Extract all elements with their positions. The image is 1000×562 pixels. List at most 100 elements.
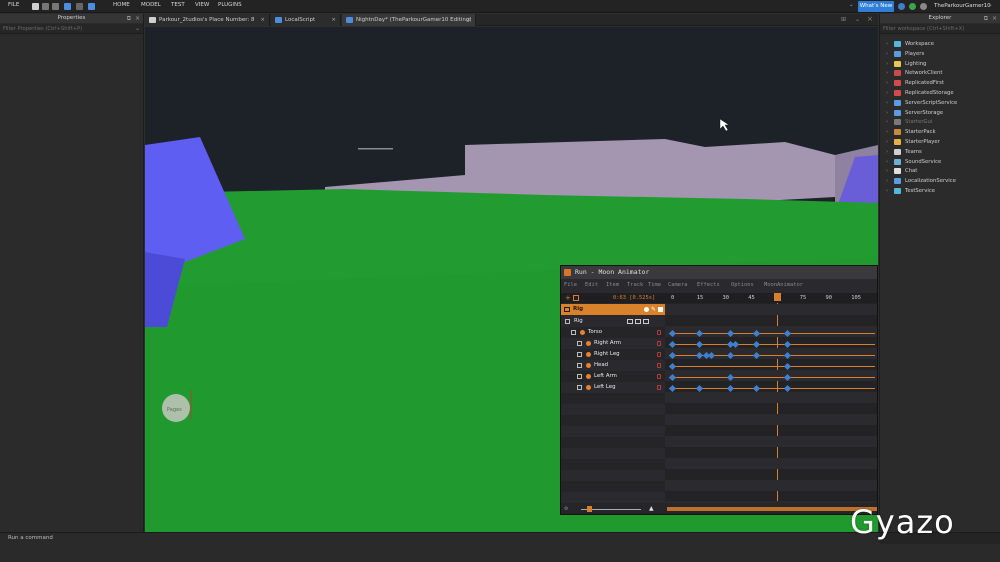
rig-toggle-2-icon[interactable] xyxy=(635,319,641,324)
moon-menu-camera[interactable]: Camera xyxy=(668,280,687,290)
timeline-area[interactable]: 0153045607590105 xyxy=(665,293,877,501)
expand-chevron-icon[interactable]: › xyxy=(886,157,888,167)
collapse-toggle-icon[interactable] xyxy=(577,385,582,390)
notifications-icon[interactable] xyxy=(909,3,916,10)
explorer-item[interactable]: › Lighting xyxy=(880,59,1000,69)
collapse-toggle-icon[interactable] xyxy=(565,319,570,324)
tab-nightnday[interactable]: NightnDay* (TheParkourGamer10 Editing) × xyxy=(342,14,476,26)
moon-menu-track[interactable]: Track xyxy=(627,280,643,290)
moon-menu-moonanimator[interactable]: MoonAnimator xyxy=(764,280,803,290)
lock-icon[interactable] xyxy=(657,330,661,335)
keyframe[interactable] xyxy=(783,384,791,392)
track-row[interactable]: Torso xyxy=(561,327,665,338)
track-row[interactable]: Right Leg xyxy=(561,349,665,360)
tab-overflow-icon[interactable]: ⊞ xyxy=(841,16,846,23)
keyframe[interactable] xyxy=(696,340,704,348)
whats-new-button[interactable]: What's New xyxy=(858,1,894,12)
lock-icon[interactable] xyxy=(657,341,661,346)
expand-chevron-icon[interactable]: › xyxy=(886,68,888,78)
account-chevron-icon[interactable]: ⌄ xyxy=(988,2,993,8)
material-icon[interactable] xyxy=(76,3,83,10)
zoom-handle[interactable] xyxy=(587,506,592,512)
lock-icon[interactable] xyxy=(657,374,661,379)
expand-chevron-icon[interactable]: › xyxy=(886,39,888,49)
expand-chevron-icon[interactable]: › xyxy=(886,78,888,88)
tab-dropdown-icon[interactable]: ⌄ xyxy=(855,16,860,23)
expand-chevron-icon[interactable]: › xyxy=(886,127,888,137)
explorer-item[interactable]: › StarterPack xyxy=(880,127,1000,137)
track-row[interactable]: Left Arm xyxy=(561,371,665,382)
moon-menu-edit[interactable]: Edit xyxy=(585,280,598,290)
new-file-icon[interactable] xyxy=(32,3,39,10)
menu-plugins[interactable]: PLUGINS xyxy=(218,2,242,8)
share-icon[interactable] xyxy=(920,3,927,10)
explorer-item[interactable]: › Teams xyxy=(880,147,1000,157)
properties-filter-input[interactable]: Filter Properties (Ctrl+Shift+P) xyxy=(0,24,143,34)
explorer-filter-input[interactable]: Filter workspace (Ctrl+Shift+X) xyxy=(880,24,1000,34)
expand-chevron-icon[interactable]: › xyxy=(886,166,888,176)
keyframe[interactable] xyxy=(696,384,704,392)
expand-chevron-icon[interactable]: › xyxy=(886,59,888,69)
rig-header[interactable]: Rig ✎ xyxy=(561,304,665,315)
loop-icon[interactable] xyxy=(573,295,579,301)
moon-animator-titlebar[interactable]: Run - Moon Animator xyxy=(561,266,877,279)
rig-toggle-1-icon[interactable] xyxy=(627,319,633,324)
moon-menu-item[interactable]: Item xyxy=(606,280,619,290)
undo-icon[interactable] xyxy=(42,3,49,10)
expand-chevron-icon[interactable]: › xyxy=(886,186,888,196)
menu-test[interactable]: TEST xyxy=(171,2,185,8)
explorer-item[interactable]: › TestService xyxy=(880,186,1000,196)
track-row[interactable]: Left Leg xyxy=(561,382,665,393)
moon-menu-file[interactable]: File xyxy=(564,280,577,290)
wrench-icon[interactable]: ✎ xyxy=(651,306,656,313)
expand-chevron-icon[interactable]: › xyxy=(886,137,888,147)
add-part-icon[interactable] xyxy=(64,3,71,10)
close-all-icon[interactable]: × xyxy=(867,15,873,23)
timeline-ruler[interactable]: 0153045607590105 xyxy=(665,293,877,303)
track-row[interactable]: Rig xyxy=(561,316,665,327)
collapse-toggle-icon[interactable] xyxy=(577,374,582,379)
filter-dropdown-icon[interactable]: ⌄ xyxy=(135,25,140,32)
username[interactable]: TheParkourGamer10 xyxy=(934,3,991,9)
lock-icon[interactable] xyxy=(657,352,661,357)
keyframe[interactable] xyxy=(727,384,735,392)
close-icon[interactable]: × xyxy=(992,15,997,22)
add-track-icon[interactable]: + xyxy=(565,293,571,303)
explorer-item[interactable]: › StarterGui xyxy=(880,117,1000,127)
moon-menu-effects[interactable]: Effects xyxy=(697,280,720,290)
collapse-toggle-icon[interactable] xyxy=(577,352,582,357)
list-icon[interactable] xyxy=(658,307,663,312)
explorer-item[interactable]: › StarterPlayer xyxy=(880,137,1000,147)
help-icon[interactable] xyxy=(898,3,905,10)
file-menu[interactable]: FILE xyxy=(8,2,19,8)
expand-ribbon-icon[interactable]: ⌄ xyxy=(849,2,854,8)
expand-chevron-icon[interactable]: › xyxy=(886,176,888,186)
command-bar-input[interactable]: Run a command xyxy=(0,533,880,544)
close-tab-icon[interactable]: × xyxy=(331,14,336,26)
keyframe[interactable] xyxy=(668,362,676,370)
close-tab-icon[interactable]: × xyxy=(260,14,265,26)
moon-menu-time[interactable]: Time xyxy=(648,280,661,290)
keyframe[interactable] xyxy=(753,384,761,392)
scrollbar-thumb[interactable] xyxy=(667,507,877,511)
explorer-item[interactable]: › ServerScriptService xyxy=(880,98,1000,108)
expand-chevron-icon[interactable]: › xyxy=(886,108,888,118)
keyframe[interactable] xyxy=(753,340,761,348)
lock-icon[interactable] xyxy=(657,385,661,390)
settings-icon[interactable]: ⚙ xyxy=(564,506,568,512)
team-create-icon[interactable] xyxy=(88,3,95,10)
expand-chevron-icon[interactable]: › xyxy=(886,49,888,59)
moon-menu-options[interactable]: Options xyxy=(731,280,754,290)
expand-chevron-icon[interactable]: › xyxy=(886,117,888,127)
track-row[interactable]: Head xyxy=(561,360,665,371)
collapse-toggle-icon[interactable] xyxy=(577,363,582,368)
close-tab-icon[interactable]: × xyxy=(466,14,471,26)
collapse-toggle-icon[interactable] xyxy=(577,341,582,346)
keyframe[interactable] xyxy=(783,340,791,348)
explorer-item[interactable]: › ReplicatedFirst xyxy=(880,78,1000,88)
keyframe[interactable] xyxy=(668,340,676,348)
tab-localscript[interactable]: LocalScript × xyxy=(271,14,341,26)
explorer-item[interactable]: › SoundService xyxy=(880,157,1000,167)
zoom-in-icon[interactable]: ▲ xyxy=(649,505,654,512)
record-icon[interactable] xyxy=(644,307,649,312)
